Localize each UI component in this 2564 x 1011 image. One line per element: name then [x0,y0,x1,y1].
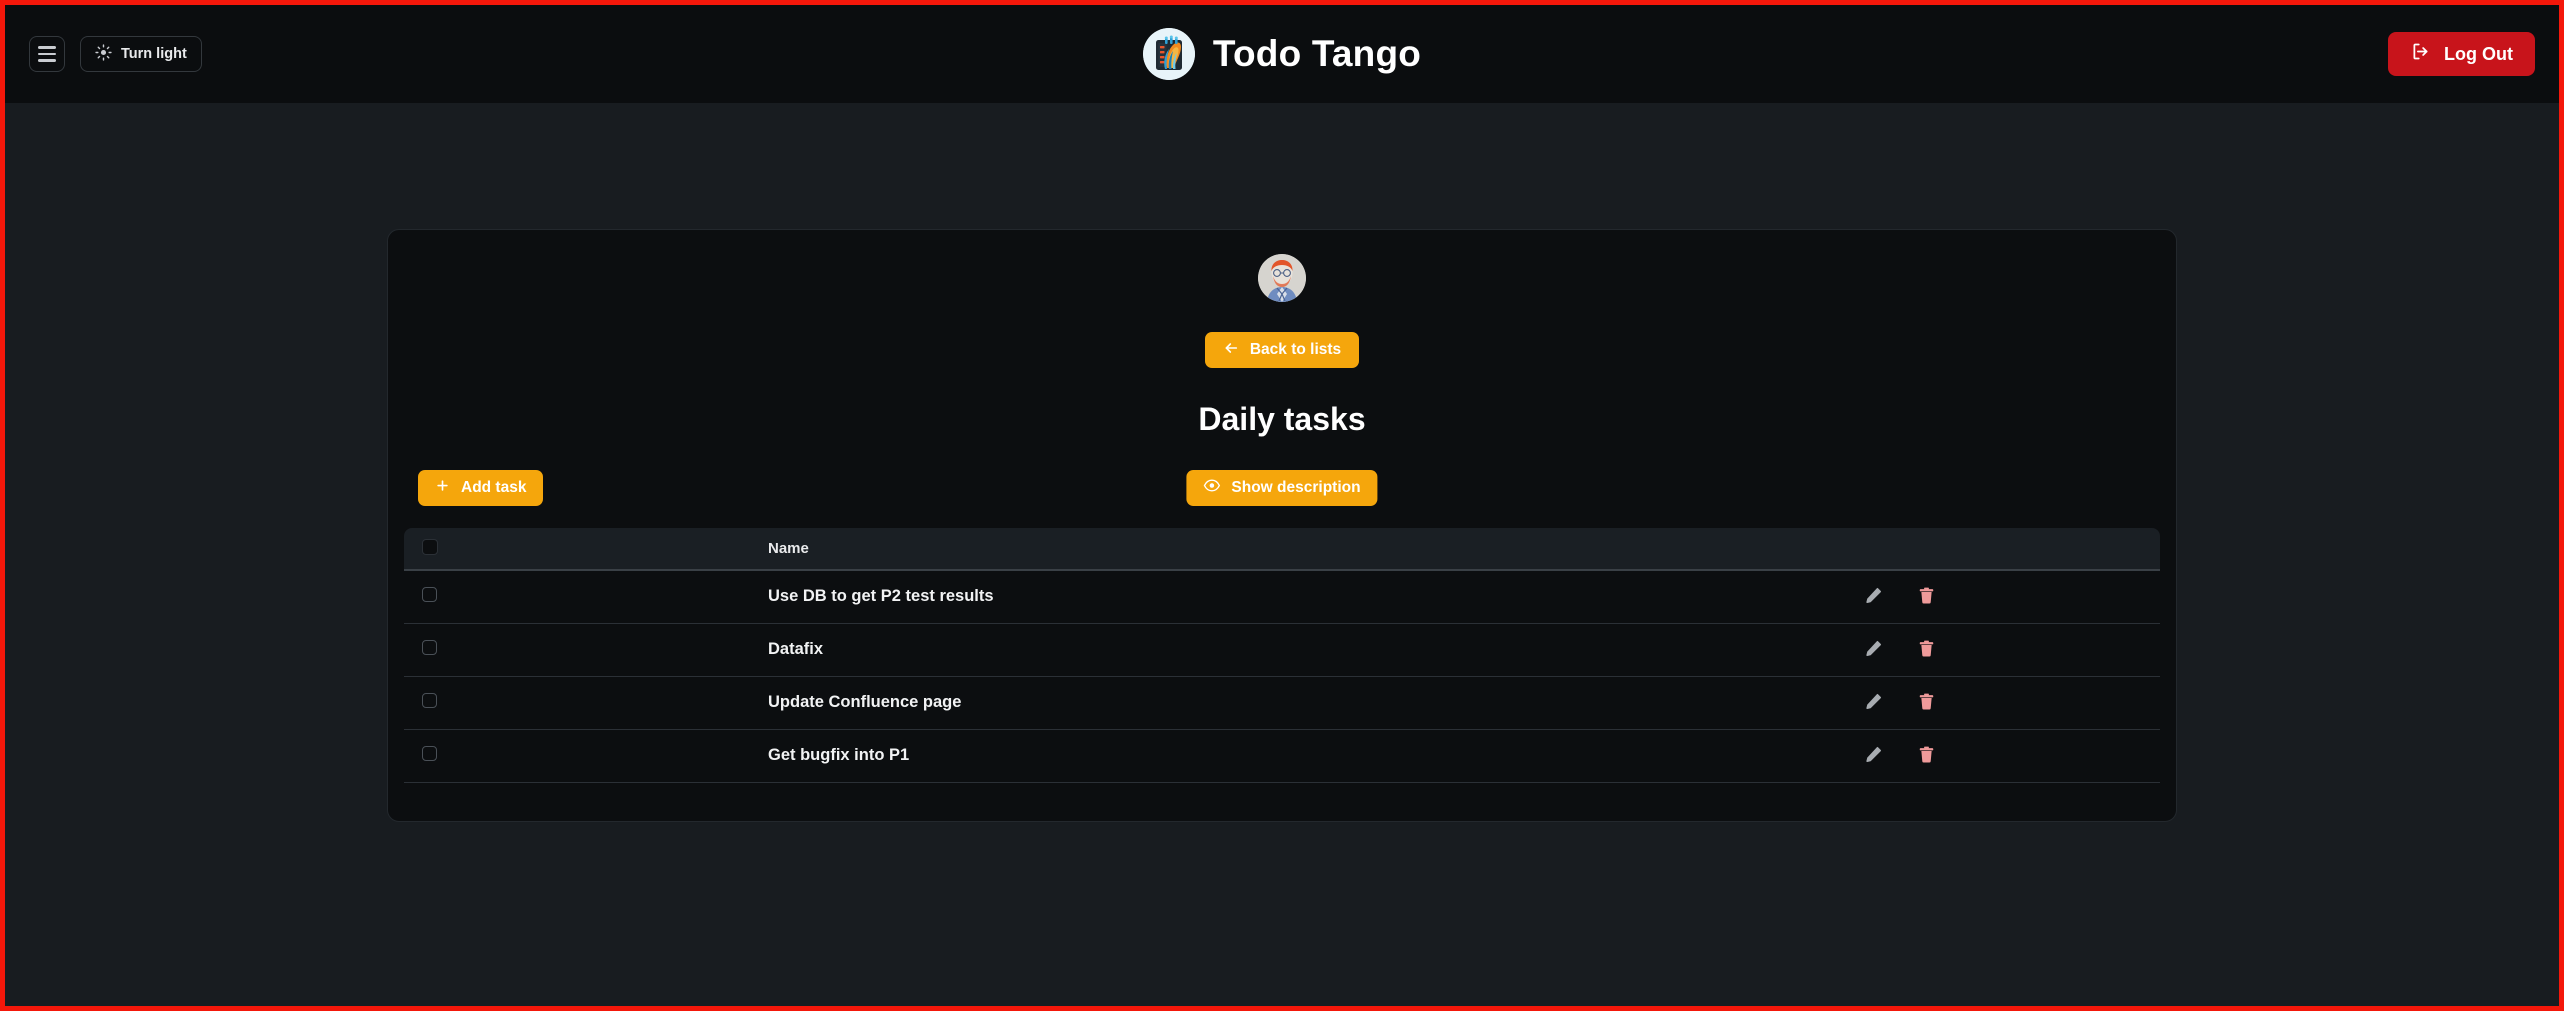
table-row[interactable]: Use DB to get P2 test results [404,570,2160,624]
plus-icon [435,478,450,498]
task-list-card: Back to lists Daily tasks Add task Show … [387,229,2177,822]
task-name-cell: Datafix [768,623,1860,677]
row-select-cell [404,623,437,677]
todo-tango-logo [1142,28,1195,80]
task-checkbox[interactable] [422,639,437,655]
row-actions [1860,745,2160,767]
brand-title: Todo Tango [1212,33,1422,74]
back-to-lists-button[interactable]: Back to lists [1204,332,1360,368]
task-table-body: Use DB to get P2 test results Datafix Up… [404,570,2160,783]
edit-task-button[interactable] [1862,745,1884,767]
task-actions-row: Add task Show description [404,470,2160,512]
add-task-button[interactable]: Add task [418,470,544,506]
select-all-header [404,528,438,571]
delete-task-button[interactable] [1915,639,1937,661]
name-column-header: Name [768,528,1860,571]
topbar-left-group: Turn light [29,36,202,72]
pencil-icon [1864,639,1883,661]
top-navigation-bar: Turn light Todo Tango Log Out [5,5,2559,103]
task-checkbox[interactable] [422,745,437,761]
table-header-row: Name [404,528,2160,571]
delete-task-button[interactable] [1915,745,1937,767]
trash-icon [1917,745,1936,767]
theme-toggle-button[interactable]: Turn light [80,36,202,72]
edit-task-button[interactable] [1862,692,1884,714]
table-row[interactable]: Get bugfix into P1 [404,729,2160,783]
eye-icon [1203,477,1221,499]
row-spacer-cell [432,729,768,783]
app-viewport: Turn light Todo Tango Log Out Back to li… [5,5,2559,1006]
row-actions-cell [1860,676,2160,730]
trash-icon [1917,639,1936,661]
edit-task-button[interactable] [1862,639,1884,661]
logout-icon [2410,41,2431,67]
table-row[interactable]: Update Confluence page [404,676,2160,730]
task-checkbox[interactable] [422,692,437,708]
add-task-label: Add task [461,479,527,496]
task-checkbox[interactable] [422,586,437,602]
pencil-icon [1864,692,1883,714]
sun-icon [95,43,112,65]
row-spacer-cell [432,623,768,677]
page-body: Back to lists Daily tasks Add task Show … [5,103,2559,1006]
edit-task-button[interactable] [1862,586,1884,608]
hamburger-menu-icon [38,46,56,62]
spacer-header [432,528,768,571]
hamburger-menu-button[interactable] [29,36,65,72]
task-name-cell: Update Confluence page [768,676,1860,730]
theme-toggle-label: Turn light [121,46,187,62]
row-spacer-cell [432,676,768,730]
row-select-cell [404,676,437,730]
arrow-left-icon [1223,340,1239,361]
task-table-header: Name [404,528,2160,571]
actions-column-header [1860,528,2160,571]
trash-icon [1917,586,1936,608]
row-actions-cell [1860,729,2160,783]
show-description-label: Show description [1231,479,1361,496]
logout-button[interactable]: Log Out [2388,32,2535,76]
row-select-cell [404,729,437,783]
trash-icon [1917,692,1936,714]
logout-label: Log Out [2444,43,2513,64]
back-to-lists-row: Back to lists [404,332,2160,368]
brand: Todo Tango [5,5,2559,103]
show-description-button[interactable]: Show description [1186,470,1378,506]
back-to-lists-label: Back to lists [1249,341,1342,358]
select-all-checkbox[interactable] [422,538,438,555]
task-name-cell: Get bugfix into P1 [768,729,1860,783]
task-name-cell: Use DB to get P2 test results [768,570,1860,624]
row-actions-cell [1860,570,2160,624]
row-spacer-cell [432,570,768,624]
task-table: Name Use DB to get P2 test results Dataf… [404,528,2160,783]
pencil-icon [1864,586,1883,608]
row-actions-cell [1860,623,2160,677]
user-avatar[interactable] [1258,254,1306,302]
row-actions [1860,639,2160,661]
table-row[interactable]: Datafix [404,623,2160,677]
delete-task-button[interactable] [1915,692,1937,714]
topbar-right-group: Log Out [2388,32,2535,76]
row-actions [1860,586,2160,608]
row-actions [1860,692,2160,714]
row-select-cell [404,570,437,624]
delete-task-button[interactable] [1915,586,1937,608]
page-title: Daily tasks [1198,401,1366,437]
pencil-icon [1864,745,1883,767]
